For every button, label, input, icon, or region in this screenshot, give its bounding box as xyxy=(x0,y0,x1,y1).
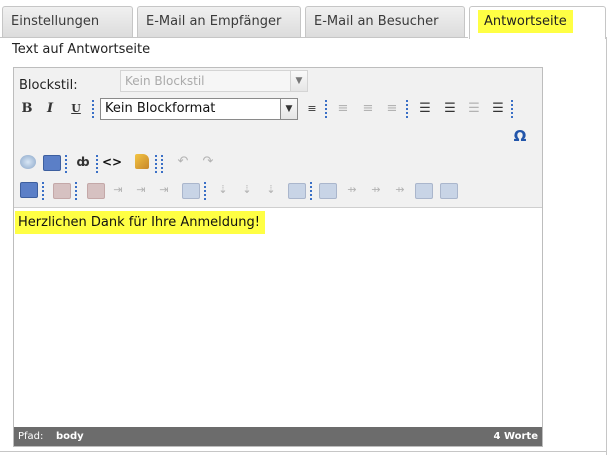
toolbar-separator xyxy=(65,155,67,173)
split-cell-icon[interactable] xyxy=(440,183,458,199)
bold-icon[interactable]: B xyxy=(18,100,36,118)
content-text[interactable]: Herzlichen Dank für Ihre Anmeldung! xyxy=(15,211,265,234)
delete-row-icon[interactable]: ⇥ xyxy=(155,181,173,199)
blockstil-select[interactable]: Kein Blockstil ▼ xyxy=(120,70,308,92)
editor-statusbar: Pfad: body 4 Worte xyxy=(14,427,542,446)
insert-cell-before-icon[interactable]: ⇸ xyxy=(343,181,361,199)
toolbar-separator xyxy=(511,100,513,118)
ordered-list-icon[interactable]: ☰ xyxy=(416,100,434,118)
tab-label: Einstellungen xyxy=(11,14,100,29)
underline-icon[interactable]: U xyxy=(67,100,85,118)
indent-icon[interactable]: ☰ xyxy=(489,100,507,118)
editor-toolbar: Blockstil: Kein Blockstil ▼ B I U Kein B… xyxy=(14,68,542,207)
editor-content-area[interactable]: Herzlichen Dank für Ihre Anmeldung! xyxy=(14,207,542,427)
delete-col-icon[interactable]: ⇣ xyxy=(262,181,280,199)
toolbar-separator xyxy=(204,182,206,200)
toolbar-separator xyxy=(406,100,408,118)
insert-col-before-icon[interactable]: ⇣ xyxy=(214,181,232,199)
insert-cell-after-icon[interactable]: ⇸ xyxy=(367,181,385,199)
undo-icon[interactable]: ↶ xyxy=(174,153,192,171)
binoculars-icon[interactable]: ȸ xyxy=(74,153,92,171)
tab-label: E-Mail an Empfänger xyxy=(146,14,282,29)
tab-bar: Einstellungen E-Mail an Empfänger E-Mail… xyxy=(0,0,607,39)
rich-text-editor: Blockstil: Kein Blockstil ▼ B I U Kein B… xyxy=(13,67,543,447)
field-label: Text auf Antwortseite xyxy=(12,42,151,57)
tab-email-empfaenger[interactable]: E-Mail an Empfänger xyxy=(137,6,301,37)
toolbar-separator xyxy=(42,182,44,200)
blockstil-label: Blockstil: xyxy=(19,78,78,93)
tab-antwortseite[interactable]: Antwortseite xyxy=(469,6,606,39)
table-properties-icon[interactable] xyxy=(53,183,71,199)
tab-divider xyxy=(0,37,468,38)
code-view-icon[interactable]: <> xyxy=(102,153,122,171)
table-icon[interactable] xyxy=(20,182,38,198)
tab-einstellungen[interactable]: Einstellungen xyxy=(2,6,133,37)
blockstil-value: Kein Blockstil xyxy=(125,74,205,88)
path-label: Pfad: xyxy=(18,431,44,442)
toolbar-separator xyxy=(155,155,157,173)
toolbar-separator xyxy=(161,155,163,173)
blockformat-value: Kein Blockformat xyxy=(105,101,216,116)
tab-label: E-Mail an Besucher xyxy=(314,14,439,29)
redo-icon[interactable]: ↷ xyxy=(199,153,217,171)
align-center-icon[interactable]: ≡ xyxy=(359,100,377,118)
word-count: 4 Worte xyxy=(493,431,538,442)
align-right-icon[interactable]: ≡ xyxy=(383,100,401,118)
insert-row-after-icon[interactable]: ⇥ xyxy=(132,181,150,199)
toolbar-separator xyxy=(310,182,312,200)
outdent-icon[interactable]: ☰ xyxy=(465,100,483,118)
chevron-down-icon: ▼ xyxy=(290,71,307,91)
panel-bottom-border xyxy=(0,451,607,452)
toolbar-separator xyxy=(75,182,77,200)
web-globe-icon[interactable] xyxy=(20,155,36,169)
split-row-icon[interactable] xyxy=(182,183,200,199)
tab-label: Antwortseite xyxy=(478,10,573,33)
table-insert-icon[interactable] xyxy=(43,155,61,171)
italic-icon[interactable]: I xyxy=(41,100,59,118)
toolbar-separator xyxy=(96,155,98,173)
toolbar-separator xyxy=(92,100,94,118)
path-value[interactable]: body xyxy=(56,427,84,446)
cleanup-brush-icon[interactable] xyxy=(135,154,149,169)
special-character-icon[interactable]: Ω xyxy=(511,127,529,145)
align-left-icon[interactable]: ≡ xyxy=(334,100,352,118)
split-col-icon[interactable] xyxy=(288,183,306,199)
insert-col-after-icon[interactable]: ⇣ xyxy=(238,181,256,199)
merge-cells-icon[interactable] xyxy=(415,183,433,199)
chevron-down-icon: ▼ xyxy=(280,99,297,119)
insert-row-before-icon[interactable]: ⇥ xyxy=(109,181,127,199)
strikethrough-icon[interactable]: ≡ xyxy=(303,100,321,118)
row-properties-icon[interactable] xyxy=(87,183,105,199)
toolbar-separator xyxy=(325,100,327,118)
unordered-list-icon[interactable]: ☰ xyxy=(441,100,459,118)
delete-cell-icon[interactable]: ⇸ xyxy=(391,181,409,199)
tab-email-besucher[interactable]: E-Mail an Besucher xyxy=(305,6,465,37)
blockformat-select[interactable]: Kein Blockformat ▼ xyxy=(100,98,298,120)
cell-properties-icon[interactable] xyxy=(319,183,337,199)
